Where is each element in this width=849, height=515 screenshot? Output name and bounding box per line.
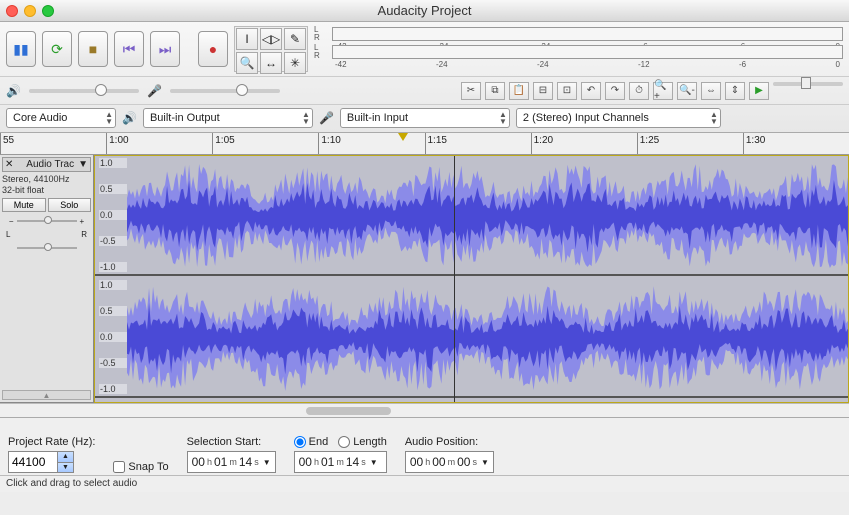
redo-button[interactable]: ↷ [605, 82, 625, 100]
play-speed-slider[interactable] [773, 82, 843, 86]
selection-length-radio[interactable]: Length [338, 436, 387, 448]
undo-button[interactable]: ↶ [581, 82, 601, 100]
window-title: Audacity Project [0, 3, 849, 18]
play-at-speed-button[interactable]: ▶ [749, 82, 769, 100]
output-device-dropdown[interactable]: Built-in Output▲▼ [143, 108, 313, 128]
track-pan-slider[interactable] [2, 241, 91, 255]
mic-icon: 🎤 [147, 84, 162, 98]
waveform-right-channel: 1.00.50.0-0.5-1.0 [95, 278, 848, 398]
multi-tool[interactable]: ✳ [284, 52, 306, 74]
zoom-in-button[interactable]: 🔍+ [653, 82, 673, 100]
track-gain-slider[interactable]: − + [2, 214, 91, 228]
selection-toolbar: Project Rate (Hz): ▲▼ Snap To Selection … [0, 417, 849, 475]
selection-tool[interactable]: I [236, 28, 258, 50]
audio-position-label: Audio Position: [405, 436, 494, 448]
envelope-tool[interactable]: ◁▷ [260, 28, 282, 50]
playhead-cursor [454, 156, 455, 402]
project-rate-field[interactable]: ▲▼ [8, 451, 95, 473]
speaker-icon: 🔊 [6, 84, 21, 98]
tools-toolbar: I ◁▷ ✎ 🔍 ↔ ✳ [234, 26, 308, 72]
audio-position-time[interactable]: 00h 00m 00s ▼ [405, 451, 494, 473]
tracks-area: ✕ Audio Trac ▼ Stereo, 44100Hz 32-bit fl… [0, 155, 849, 403]
fit-project-button[interactable]: ⇕ [725, 82, 745, 100]
selection-start-time[interactable]: 00h 01m 14s ▼ [187, 451, 276, 473]
skip-end-button[interactable]: ⏭ [150, 31, 180, 67]
timeline-ruler[interactable]: 551:001:051:101:151:201:251:301:35 [0, 133, 849, 155]
draw-tool[interactable]: ✎ [284, 28, 306, 50]
zoom-tool[interactable]: 🔍 [236, 52, 258, 74]
track-format-info: Stereo, 44100Hz 32-bit float [2, 174, 91, 196]
input-volume-slider[interactable] [170, 89, 280, 93]
timeshift-tool[interactable]: ↔ [260, 52, 282, 74]
waveform-left-channel: 1.00.50.0-0.5-1.0 [95, 156, 848, 276]
copy-button[interactable]: ⧉ [485, 82, 505, 100]
zoom-out-button[interactable]: 🔍- [677, 82, 697, 100]
input-device-dropdown[interactable]: Built-in Input▲▼ [340, 108, 510, 128]
sync-lock-button[interactable]: ⏱ [629, 82, 649, 100]
project-rate-input[interactable] [8, 451, 58, 473]
transport-controls: ▮▮ ⟳ ■ ⏮ ⏭ ● [6, 26, 228, 72]
input-channels-dropdown[interactable]: 2 (Stereo) Input Channels▲▼ [516, 108, 721, 128]
selection-end-radio[interactable]: End [294, 436, 329, 448]
track-menu-button[interactable]: ✕ Audio Trac ▼ [2, 157, 91, 172]
selection-start-label: Selection Start: [187, 436, 276, 448]
input-device-icon: 🎤 [319, 111, 334, 125]
solo-button[interactable]: Solo [48, 198, 92, 212]
window-titlebar: Audacity Project [0, 0, 849, 22]
silence-button[interactable]: ⊡ [557, 82, 577, 100]
skip-start-button[interactable]: ⏮ [114, 31, 144, 67]
trim-button[interactable]: ⊟ [533, 82, 553, 100]
project-rate-down[interactable]: ▼ [58, 463, 73, 473]
project-rate-label: Project Rate (Hz): [8, 436, 95, 448]
record-meter[interactable]: LR -42-24-24-12-60 [314, 44, 843, 60]
status-bar: Click and drag to select audio [0, 475, 849, 492]
play-button[interactable]: ⟳ [42, 31, 72, 67]
selection-end-time[interactable]: 00h 01m 14s ▼ [294, 451, 387, 473]
paste-button[interactable]: 📋 [509, 82, 529, 100]
main-toolbar: ▮▮ ⟳ ■ ⏮ ⏭ ● I ◁▷ ✎ 🔍 ↔ ✳ LR -42-24-24-6… [0, 22, 849, 133]
stop-button[interactable]: ■ [78, 31, 108, 67]
cut-button[interactable]: ✂ [461, 82, 481, 100]
project-rate-up[interactable]: ▲ [58, 452, 73, 463]
output-volume-slider[interactable] [29, 89, 139, 93]
meters: LR -42-24-24-6-60 LR -42-24-24-12-60 [314, 26, 843, 72]
fit-selection-button[interactable]: ⇔ [701, 82, 721, 100]
pause-button[interactable]: ▮▮ [6, 31, 36, 67]
track-control-panel: ✕ Audio Trac ▼ Stereo, 44100Hz 32-bit fl… [0, 155, 94, 403]
horizontal-scrollbar[interactable] [0, 403, 849, 417]
audio-host-dropdown[interactable]: Core Audio▲▼ [6, 108, 116, 128]
playback-meter[interactable]: LR -42-24-24-6-60 [314, 26, 843, 42]
snap-to-checkbox[interactable]: Snap To [113, 461, 168, 473]
mute-button[interactable]: Mute [2, 198, 46, 212]
waveform-area[interactable]: 1.00.50.0-0.5-1.0 1.00.50.0-0.5-1.0 [94, 155, 849, 403]
record-button[interactable]: ● [198, 31, 228, 67]
output-device-icon: 🔊 [122, 111, 137, 125]
track-collapse-button[interactable]: ▲ [2, 390, 91, 400]
